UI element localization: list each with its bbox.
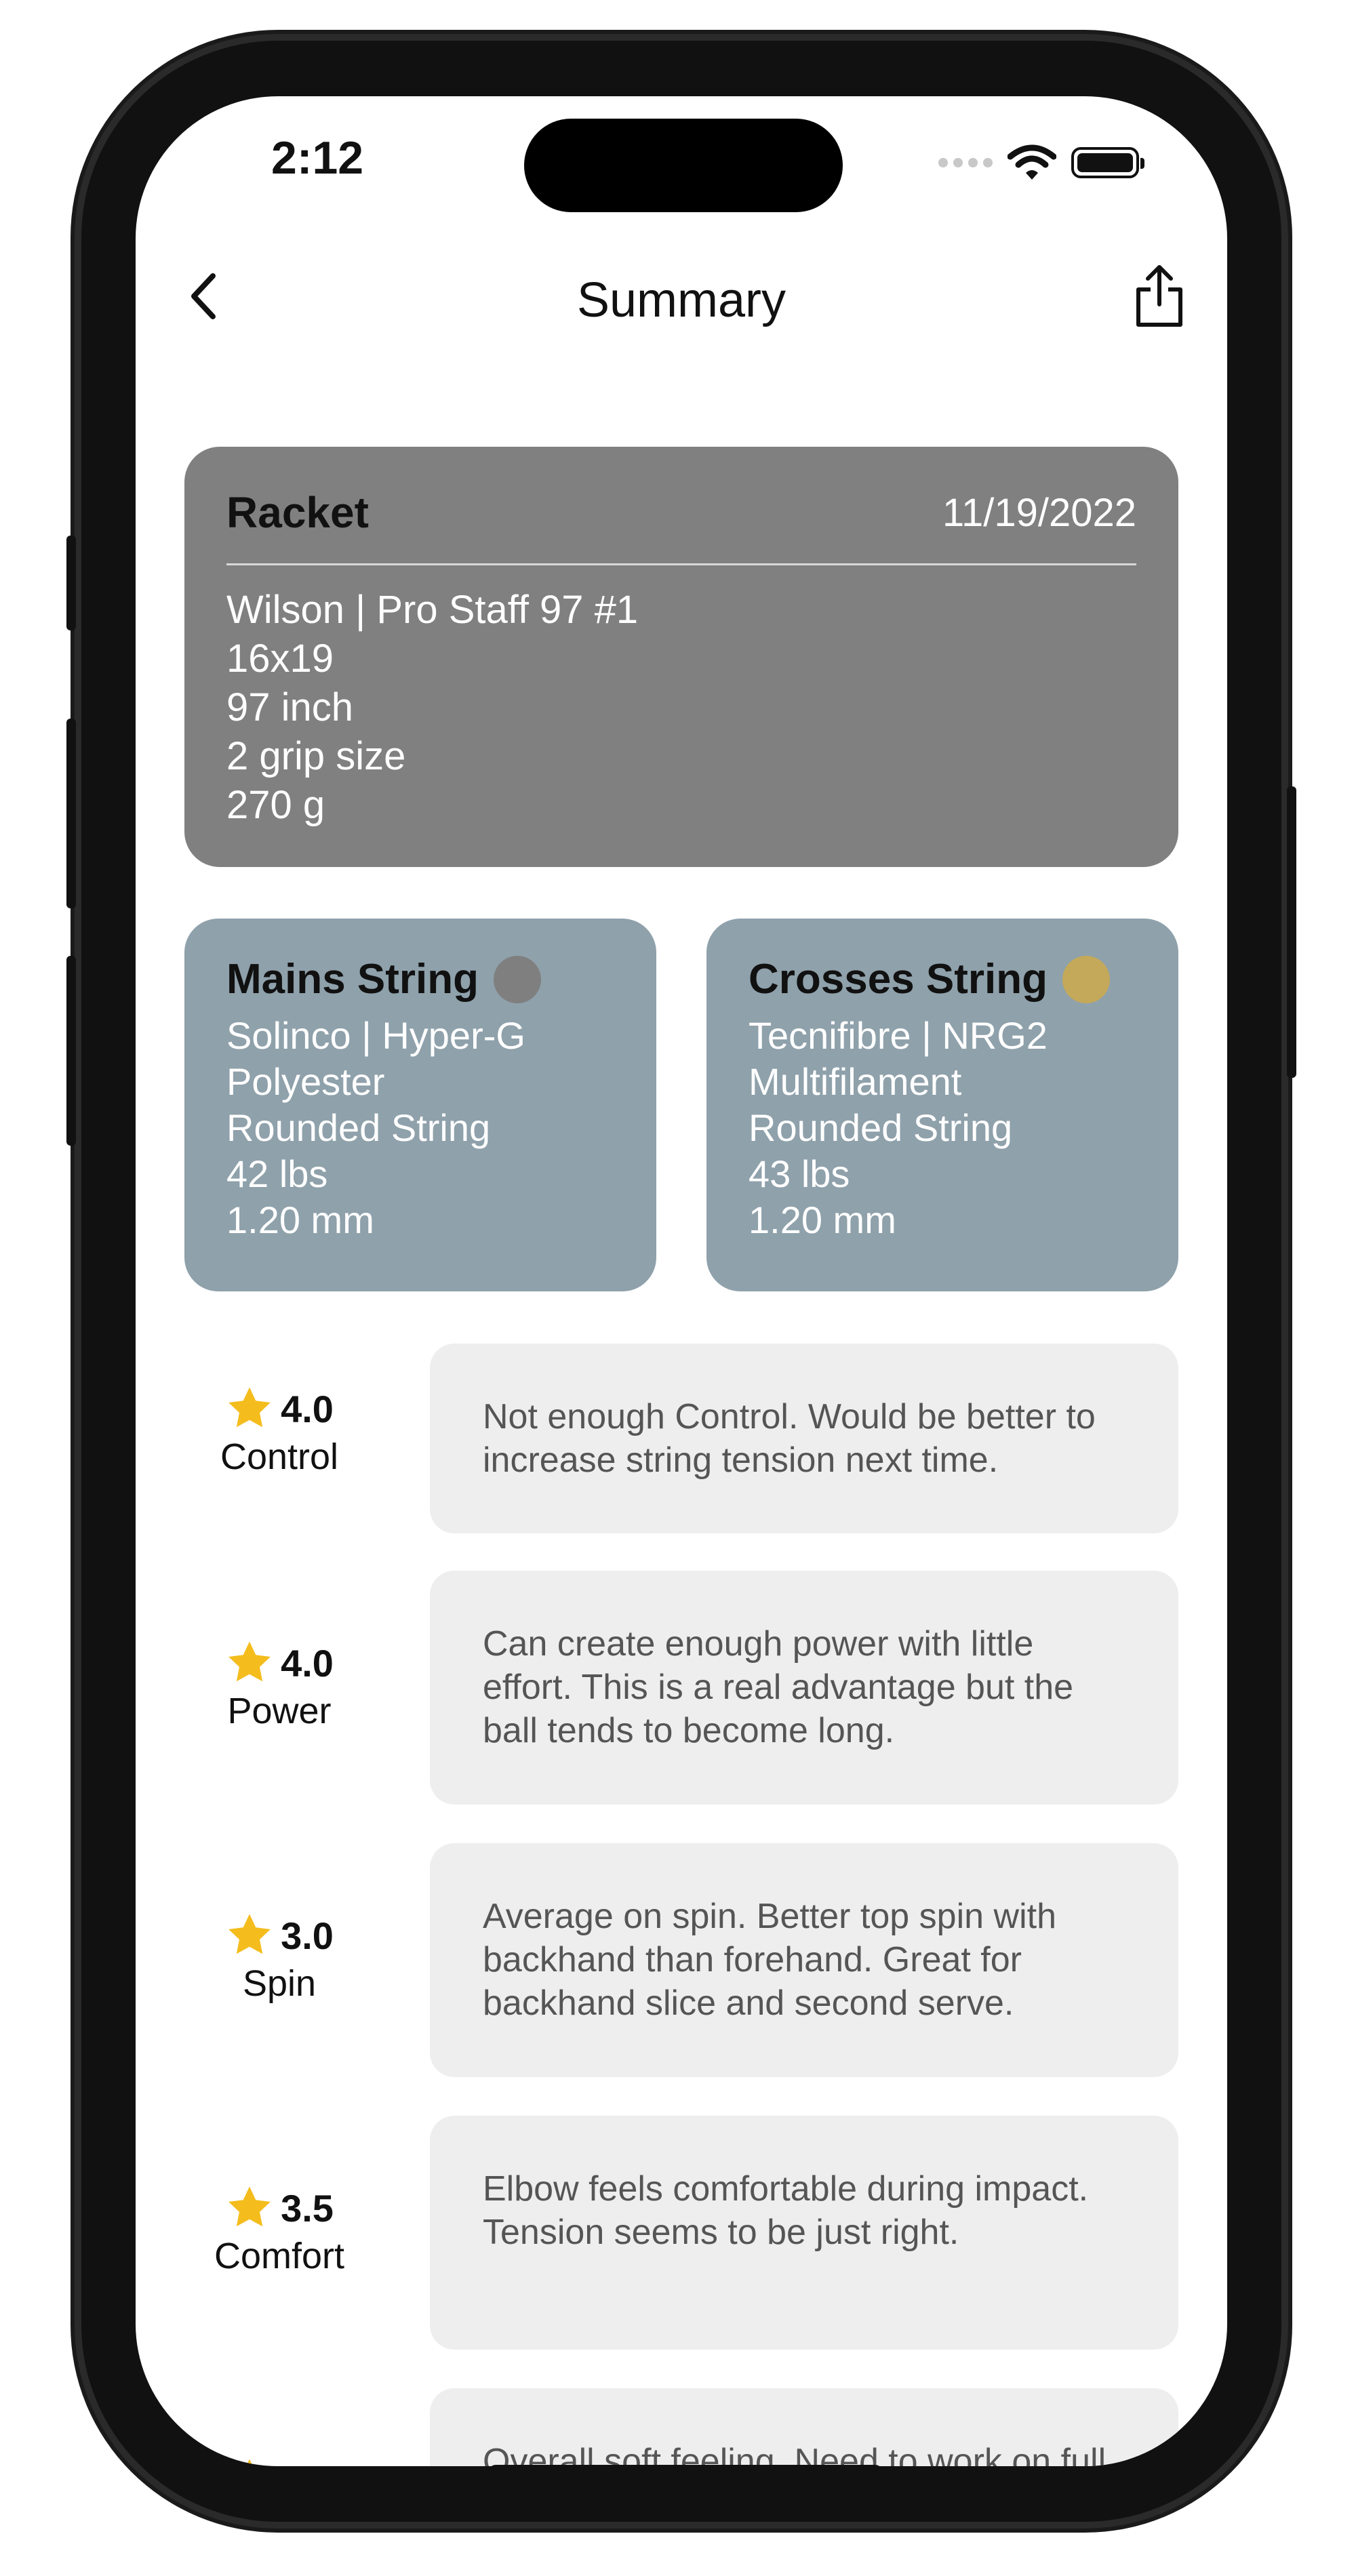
- mains-string-shape: Rounded String: [226, 1106, 491, 1149]
- rating-value: 4.0: [281, 1387, 334, 1430]
- rating-score: 4.0 Power: [184, 1638, 374, 1732]
- crosses-string-tension: 43 lbs: [749, 1152, 850, 1195]
- signal-icon: [938, 158, 993, 167]
- racket-pattern: 16x19: [226, 637, 334, 681]
- crosses-string-label: Crosses String: [749, 956, 1048, 1003]
- volume-up-button: [66, 719, 76, 908]
- rating-row-comfort[interactable]: 3.5 Comfort Elbow feels comfortable duri…: [184, 2116, 1178, 2350]
- crosses-string-color-swatch: [1062, 955, 1111, 1003]
- rating-score: 3.5: [184, 2456, 374, 2466]
- racket-head-size: 97 inch: [226, 685, 354, 729]
- screen: 2:12 Summary Racket 11/19/2022 Wilson | …: [136, 96, 1227, 2466]
- share-button[interactable]: [1125, 259, 1193, 334]
- volume-down-button: [66, 956, 76, 1146]
- divider: [226, 563, 1136, 565]
- mains-string-material: Polyester: [226, 1060, 385, 1103]
- rating-row-spin[interactable]: 3.0 Spin Average on spin. Better top spi…: [184, 1843, 1178, 2077]
- racket-weight: 270 g: [226, 783, 325, 827]
- rating-note: Elbow feels comfortable during impact. T…: [430, 2116, 1178, 2350]
- crosses-string-gauge: 1.20 mm: [749, 1199, 896, 1241]
- rating-score: 4.0 Control: [184, 1384, 374, 1478]
- rating-note: Overall soft feeling. Need to work on fu…: [430, 2388, 1178, 2466]
- rating-category: Control: [220, 1436, 339, 1477]
- rating-note: Can create enough power with little effo…: [430, 1571, 1178, 1805]
- crosses-string-card[interactable]: Crosses String Tecnifibre | NRG2 Multifi…: [706, 919, 1178, 1291]
- rating-note: Not enough Control. Would be better to i…: [430, 1344, 1178, 1533]
- rating-score: 3.5 Comfort: [184, 2183, 374, 2277]
- page-title: Summary: [576, 273, 786, 327]
- phone-frame: 2:12 Summary Racket 11/19/2022 Wilson | …: [66, 34, 1296, 2529]
- rating-value: 3.5: [281, 2186, 334, 2230]
- home-indicator[interactable]: [489, 2465, 882, 2466]
- mains-string-label: Mains String: [226, 956, 479, 1003]
- rating-note: Average on spin. Better top spin with ba…: [430, 1843, 1178, 2077]
- nav-bar: Summary: [136, 252, 1227, 340]
- share-icon: [1136, 265, 1182, 327]
- status-icons: [938, 142, 1144, 183]
- rating-value: 3.5: [281, 2459, 334, 2467]
- star-icon: [246, 2459, 253, 2466]
- mains-string-card[interactable]: Mains String Solinco | Hyper-G Polyester…: [184, 919, 656, 1291]
- rating-row-power[interactable]: 4.0 Power Can create enough power with l…: [184, 1571, 1178, 1805]
- racket-grip-size: 2 grip size: [226, 734, 406, 778]
- star-icon: [228, 1387, 271, 1428]
- rating-category: Comfort: [214, 2236, 345, 2276]
- wifi-icon: [1008, 144, 1056, 180]
- rating-category: Power: [227, 1691, 332, 1731]
- crosses-string-brand: Tecnifibre | NRG2: [749, 1014, 1048, 1057]
- power-button: [1287, 786, 1296, 1078]
- star-icon: [228, 2186, 271, 2227]
- rating-value: 4.0: [281, 1641, 334, 1685]
- rating-value: 3.0: [281, 1914, 334, 1957]
- mains-string-color-swatch: [494, 955, 542, 1003]
- rating-score: 3.0 Spin: [184, 1911, 374, 2005]
- battery-icon: [1071, 147, 1144, 178]
- status-time: 2:12: [271, 132, 364, 184]
- mains-string-tension: 42 lbs: [226, 1152, 328, 1195]
- rating-row-feel[interactable]: 3.5 Overall soft feeling. Need to work o…: [184, 2388, 1178, 2466]
- mains-string-brand: Solinco | Hyper-G: [226, 1014, 525, 1057]
- racket-label: Racket: [226, 488, 369, 537]
- mains-string-gauge: 1.20 mm: [226, 1199, 374, 1241]
- star-icon: [228, 1914, 271, 1954]
- crosses-string-material: Multifilament: [749, 1060, 962, 1103]
- racket-card[interactable]: Racket 11/19/2022 Wilson | Pro Staff 97 …: [184, 447, 1178, 867]
- racket-date: 11/19/2022: [942, 490, 1136, 535]
- mute-switch: [66, 536, 76, 630]
- rating-category: Spin: [242, 1963, 317, 2004]
- star-icon: [228, 1641, 271, 1682]
- crosses-string-shape: Rounded String: [749, 1106, 1013, 1149]
- rating-row-control[interactable]: 4.0 Control Not enough Control. Would be…: [184, 1344, 1178, 1533]
- racket-model: Wilson | Pro Staff 97 #1: [226, 588, 639, 632]
- dynamic-island: [524, 119, 843, 212]
